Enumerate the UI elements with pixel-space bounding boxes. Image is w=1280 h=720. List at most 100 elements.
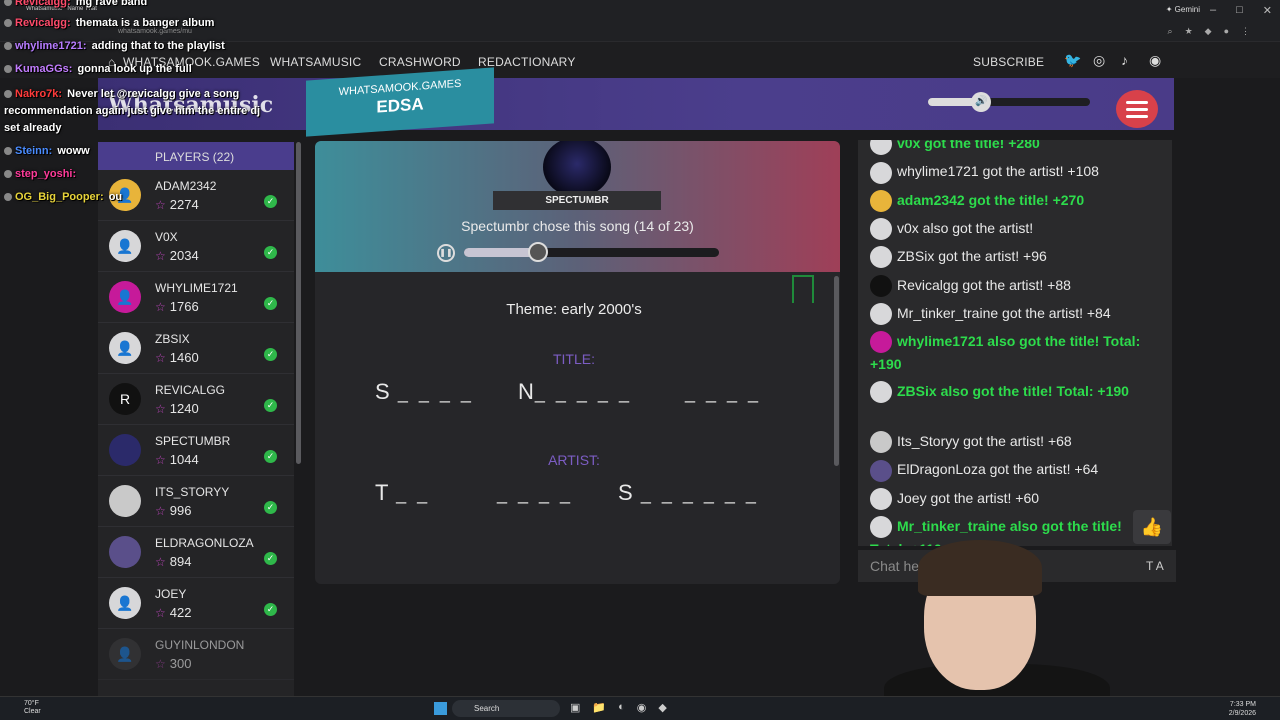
edge-icon[interactable]: ◐ bbox=[618, 701, 625, 714]
check-icon: ✓ bbox=[264, 501, 277, 514]
player-name: ADAM2342 bbox=[155, 179, 217, 193]
player-score: ☆ 1460 bbox=[155, 350, 199, 365]
menu-dots-icon[interactable]: ⋮ bbox=[1241, 26, 1250, 37]
players-scrollbar[interactable] bbox=[296, 142, 301, 464]
players-panel: PLAYERS (22) 👤 ADAM2342 ☆ 2274 ✓ 👤 V0X ☆ 2034 ✓ 👤 W… bbox=[98, 142, 294, 702]
player-row[interactable]: R REVICALGG ☆ 1240 ✓ bbox=[98, 374, 294, 425]
player-row[interactable]: 👤 ZBSIX ☆ 1460 ✓ bbox=[98, 323, 294, 374]
player-name: SPECTUMBR bbox=[155, 434, 231, 448]
chat-message: ZBSix got the artist! +96 bbox=[870, 245, 1162, 269]
song-progress-bar[interactable] bbox=[464, 242, 719, 262]
minimize-icon[interactable]: – bbox=[1210, 4, 1216, 17]
chat-message: whylime1721 also got the title! Total: +… bbox=[870, 331, 1141, 373]
player-row[interactable]: ELDRAGONLOZA ☆ 894 ✓ bbox=[98, 527, 294, 578]
pause-icon[interactable]: ❚❚ bbox=[437, 244, 455, 262]
check-icon: ✓ bbox=[264, 348, 277, 361]
twitter-icon[interactable]: 🐦 bbox=[1064, 52, 1081, 69]
player-name: REVICALGG bbox=[155, 383, 226, 397]
chat-message: Joey got the artist! +60 bbox=[870, 487, 1162, 510]
song-banner: SPECTUMBR Spectumbr chose this song (14 … bbox=[315, 141, 840, 272]
chat-message: ZBSix also got the title! Total: +190 bbox=[870, 380, 1162, 404]
badge-icon bbox=[4, 147, 12, 156]
player-name: WHYLIME1721 bbox=[155, 281, 238, 295]
player-row[interactable]: SPECTUMBR ☆ 1044 ✓ bbox=[98, 425, 294, 476]
player-score: ☆ 1766 bbox=[155, 299, 199, 314]
check-icon: ✓ bbox=[264, 297, 277, 310]
stream-chat-message: Steinn: woww bbox=[4, 145, 90, 157]
windows-start-icon[interactable] bbox=[434, 702, 447, 715]
maximize-icon[interactable]: □ bbox=[1236, 4, 1243, 17]
zoom-icon[interactable]: ⌕ bbox=[1168, 26, 1173, 37]
game-chat: v0x got the title! +280 whylime1721 got t… bbox=[858, 140, 1172, 546]
webcam-feed bbox=[880, 540, 1110, 720]
player-row[interactable]: 👤 ADAM2342 ☆ 2274 ✓ bbox=[98, 170, 294, 221]
taskbar-clock[interactable]: 7:33 PM 2/9/2026 bbox=[1229, 700, 1256, 718]
badge-icon bbox=[4, 170, 12, 179]
player-row[interactable]: 👤 V0X ☆ 2034 ✓ bbox=[98, 221, 294, 272]
app-icon[interactable]: ◆ bbox=[658, 701, 666, 714]
chrome-icon[interactable]: ◉ bbox=[637, 701, 647, 714]
gemini-button[interactable]: ✦ Gemini bbox=[1166, 5, 1200, 14]
player-score: ☆ 2034 bbox=[155, 248, 199, 263]
star-icon: ☆ bbox=[155, 198, 166, 212]
player-row[interactable]: 👤 WHYLIME1721 ☆ 1766 ✓ bbox=[98, 272, 294, 323]
thumbs-up-icon[interactable]: 👍 bbox=[1133, 510, 1171, 544]
chat-format-tools[interactable]: T A bbox=[1146, 559, 1164, 573]
hamburger-menu-button[interactable] bbox=[1116, 90, 1158, 128]
profile-icon[interactable]: ● bbox=[1224, 26, 1229, 37]
file-explorer-icon[interactable]: 📁 bbox=[592, 701, 606, 714]
host-avatar bbox=[543, 141, 611, 197]
star-icon: ☆ bbox=[155, 351, 166, 365]
player-score: ☆ 1044 bbox=[155, 452, 199, 467]
star-icon: ☆ bbox=[155, 249, 166, 263]
user-icon: 👤 bbox=[109, 587, 141, 619]
weather-widget[interactable]: 70°F Clear bbox=[24, 700, 41, 716]
player-row[interactable]: 👤 GUYINLONDON ☆ 300 bbox=[98, 629, 294, 680]
star-icon: ☆ bbox=[155, 504, 166, 518]
badge-icon bbox=[4, 90, 12, 99]
extension-icon[interactable]: ◆ bbox=[1205, 26, 1212, 37]
nav-whatsamusic[interactable]: WHATSAMUSIC bbox=[270, 55, 361, 69]
player-row[interactable]: ITS_STORYY ☆ 996 ✓ bbox=[98, 476, 294, 527]
user-avatar-icon bbox=[870, 331, 892, 354]
bookmark-icon[interactable] bbox=[792, 275, 814, 303]
discord-icon[interactable]: ◉ bbox=[1149, 52, 1161, 69]
volume-slider[interactable]: 🔊 bbox=[928, 92, 1090, 112]
title-word-3: _ _ _ _ bbox=[685, 383, 762, 403]
title-word-2: N_ _ _ _ _ bbox=[518, 379, 632, 404]
stream-chat-message: step_yoshi: bbox=[4, 168, 78, 180]
player-score: ☆ 422 bbox=[155, 605, 192, 620]
user-avatar-icon bbox=[870, 189, 892, 212]
subscribe-link[interactable]: SUBSCRIBE bbox=[973, 55, 1044, 69]
nav-crashword[interactable]: CRASHWORD bbox=[379, 55, 461, 69]
stream-chat-message: whylime1721: adding that to the playlist bbox=[4, 40, 225, 52]
artist-label: ARTIST: bbox=[548, 452, 600, 468]
badge-icon bbox=[4, 19, 12, 28]
check-icon: ✓ bbox=[264, 450, 277, 463]
bookmark-star-icon[interactable]: ★ bbox=[1185, 26, 1193, 37]
close-icon[interactable]: ✕ bbox=[1263, 4, 1272, 17]
chat-message: v0x also got the artist! bbox=[870, 217, 1162, 241]
taskbar-search[interactable]: Search bbox=[452, 700, 560, 717]
chat-message: ElDragonLoza got the artist! +64 bbox=[870, 458, 1162, 482]
task-view-icon[interactable]: ▣ bbox=[570, 701, 580, 714]
tiktok-icon[interactable]: ♪ bbox=[1121, 52, 1128, 68]
stream-chat-message: KumaGGs: gonna look up the full bbox=[4, 63, 192, 75]
stream-chat-message: OG_Big_Pooper: ou bbox=[4, 191, 122, 203]
badge-icon bbox=[4, 65, 12, 74]
chat-message: v0x got the title! +280 bbox=[870, 140, 1162, 156]
instagram-icon[interactable]: ◎ bbox=[1093, 52, 1105, 69]
song-scrollbar[interactable] bbox=[834, 276, 839, 466]
title-word-1: S _ _ _ _ bbox=[375, 379, 474, 404]
address-bar[interactable]: whatsamook.games/mu bbox=[118, 28, 192, 35]
artist-word-3: S _ _ _ _ _ _ bbox=[618, 480, 759, 505]
artist-word-2: _ _ _ _ bbox=[497, 484, 574, 504]
song-theme: Theme: early 2000's bbox=[506, 301, 642, 318]
user-avatar-icon bbox=[870, 161, 892, 184]
player-score: ☆ 996 bbox=[155, 503, 192, 518]
player-row[interactable]: 👤 JOEY ☆ 422 ✓ bbox=[98, 578, 294, 629]
player-name: ITS_STORYY bbox=[155, 485, 230, 499]
user-avatar-icon bbox=[870, 459, 892, 482]
alarm-clock-icon bbox=[527, 242, 548, 262]
star-icon: ☆ bbox=[155, 657, 166, 671]
